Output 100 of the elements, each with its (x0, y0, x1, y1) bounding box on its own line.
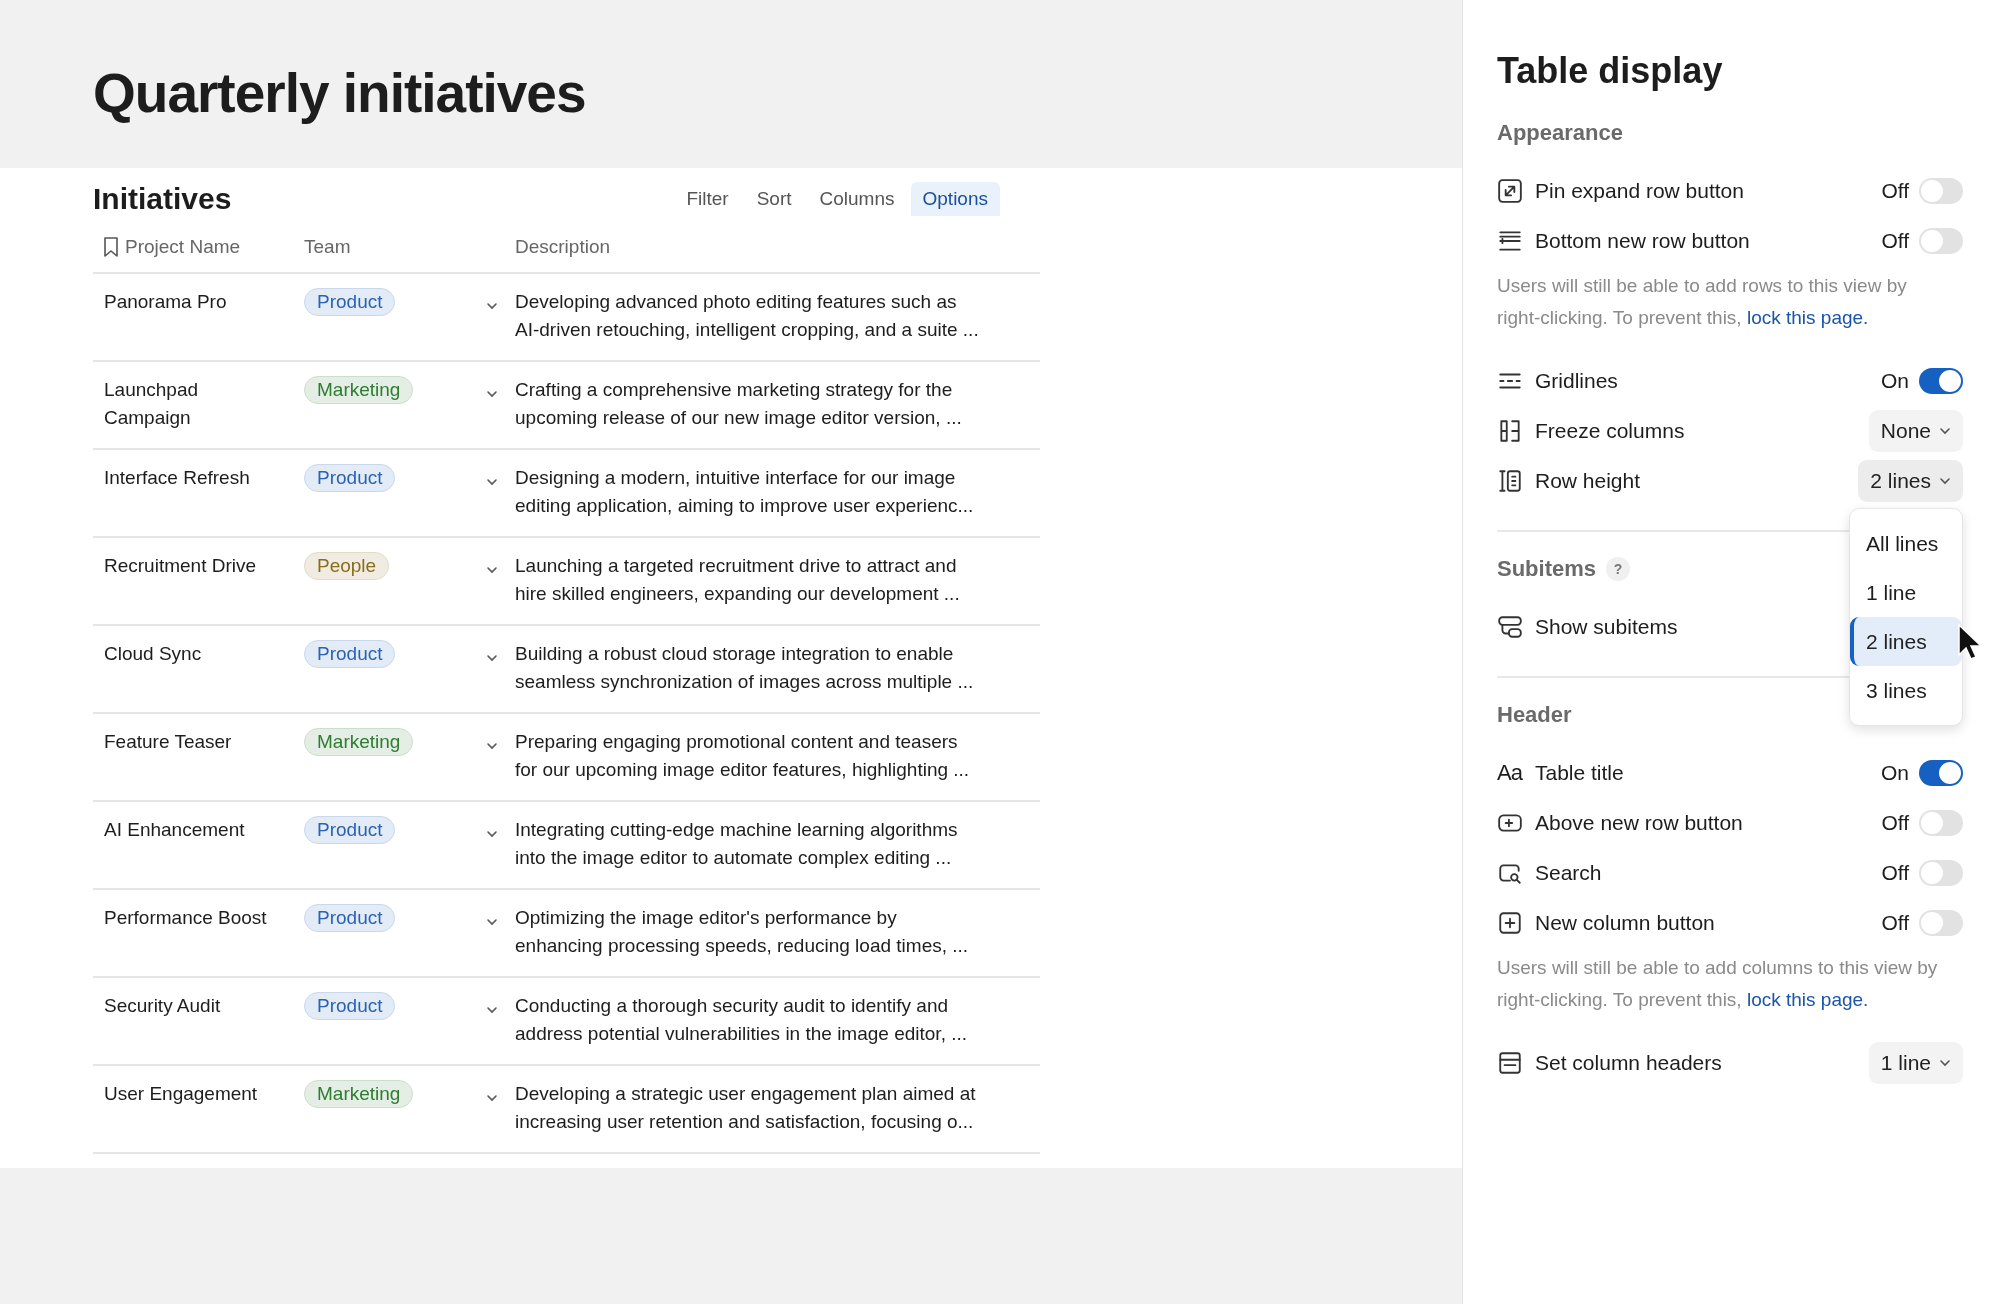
chevron-down-icon (486, 830, 498, 838)
section-heading: Header (1497, 702, 1572, 728)
team-tag: Product (304, 464, 396, 492)
team-tag: Product (304, 992, 396, 1020)
dropdown-option[interactable]: All lines (1850, 519, 1962, 568)
row-height-icon (1497, 468, 1523, 494)
table-cell-text: Recruitment Drive (103, 554, 258, 578)
toggle-switch[interactable] (1919, 910, 1963, 936)
table-cell-text: Launching a targeted recruitment drive to attract and hire skilled engineers, expanding our development ... (515, 554, 961, 606)
team-tag: Product (304, 816, 396, 844)
team-tag: Product (304, 640, 396, 668)
dropdown-option[interactable]: 2 lines (1850, 617, 1962, 666)
setting-label: New column button (1535, 911, 1715, 935)
toolbar-tab[interactable]: Sort (744, 182, 804, 216)
add-column-icon (1497, 910, 1523, 936)
toggle-state: Off (1881, 229, 1909, 253)
toolbar-tab[interactable]: Options (910, 182, 1000, 216)
setting-label: Set column headers (1535, 1051, 1722, 1075)
team-tag: People (304, 552, 390, 580)
dropdown-option[interactable]: 1 line (1850, 568, 1962, 617)
column-header-icon (1497, 1050, 1523, 1076)
subitems-icon (1497, 614, 1523, 640)
table-cell-text: Designing a modern, intuitive interface for our image editing application, aiming to improve user experienc... (515, 466, 975, 518)
table-cell-text: Building a robust cloud storage integration to enable seamless synchronization of images across multiple ... (515, 642, 975, 694)
toggle-switch[interactable] (1919, 178, 1963, 204)
table-cell-text: Integrating cutting-edge machine learning algorithms into the image editor to automate complex editing ... (515, 818, 959, 870)
table-cell-text: Security Audit (103, 994, 222, 1018)
toggle-switch[interactable] (1919, 760, 1963, 786)
setting-label: Gridlines (1535, 369, 1618, 393)
chevron-down-icon (486, 654, 498, 662)
chevron-down-icon (1939, 477, 1951, 485)
column-header: Project Name (125, 236, 241, 258)
table-cell-text: AI Enhancement (103, 818, 246, 842)
column-header: Description (515, 236, 611, 257)
lock-page-link[interactable]: lock this page. (1746, 307, 1869, 328)
setting-label: Show subitems (1535, 615, 1678, 639)
toggle-state: Off (1881, 811, 1909, 835)
team-tag: Product (304, 288, 396, 316)
toggle-switch[interactable] (1919, 368, 1963, 394)
dropdown-button[interactable]: None (1868, 410, 1963, 452)
help-badge[interactable]: ? (1606, 557, 1631, 581)
chevron-down-icon (1939, 427, 1951, 435)
team-tag: Product (304, 904, 396, 932)
freeze-columns-icon (1497, 418, 1523, 444)
toggle-state: On (1881, 369, 1909, 393)
table-cell-text: Crafting a comprehensive marketing strategy for the upcoming release of our new image editor version, ... (515, 378, 963, 430)
lock-page-link[interactable]: lock this page. (1746, 989, 1869, 1010)
section-heading: Subitems (1497, 556, 1597, 582)
setting-label: Row height (1535, 469, 1641, 493)
setting-label: Freeze columns (1535, 419, 1685, 443)
panel-title: Table display (1497, 50, 1724, 92)
column-header: Team (304, 236, 351, 257)
setting-label: Above new row button (1535, 811, 1743, 835)
chevron-down-icon (486, 478, 498, 486)
toggle-switch[interactable] (1919, 860, 1963, 886)
toolbar-tab[interactable]: Columns (807, 182, 907, 216)
bookmark-icon (103, 237, 119, 257)
table-cell-text: Performance Boost (103, 906, 268, 930)
chevron-down-icon (486, 742, 498, 750)
dropdown-button[interactable]: 2 lines (1858, 460, 1963, 502)
section-heading: Appearance (1497, 120, 1623, 146)
table-cell-text: Interface Refresh (103, 466, 251, 490)
chevron-down-icon (486, 302, 498, 310)
table-title: Initiatives (93, 182, 233, 216)
table-cell-text: Developing a strategic user engagement plan aimed at increasing user retention and satisfaction, focusing o... (515, 1082, 977, 1134)
dropdown-option[interactable]: 3 lines (1850, 666, 1962, 715)
add-row-icon (1497, 228, 1523, 254)
table-cell-text: Conducting a thorough security audit to identify and address potential vulnerabilities in the image editor, ... (515, 994, 969, 1046)
table-cell-text: User Engagement (103, 1082, 259, 1106)
toggle-state: Off (1881, 861, 1909, 885)
table-cell-text: Feature Teaser (103, 730, 233, 754)
toggle-switch[interactable] (1919, 228, 1963, 254)
dropdown-button[interactable]: 1 line (1868, 1042, 1963, 1084)
table-cell-text: Panorama Pro (103, 290, 228, 314)
chevron-down-icon (486, 1094, 498, 1102)
toggle-switch[interactable] (1919, 810, 1963, 836)
chevron-down-icon (486, 566, 498, 574)
chevron-down-icon (1939, 1059, 1951, 1067)
table-cell-text: Developing advanced photo editing features such as AI-driven retouching, intelligent cropping, and a suite ... (515, 290, 980, 342)
hint-text: Users will still be able to add rows to this view by right-clicking. To prevent this, lock this page. (1497, 274, 1908, 330)
chevron-down-icon (486, 1006, 498, 1014)
table-cell-text: Cloud Sync (103, 642, 203, 666)
setting-label: Pin expand row button (1535, 179, 1744, 203)
team-tag: Marketing (304, 376, 414, 404)
setting-label: Table title (1535, 761, 1624, 785)
table-cell-text: Optimizing the image editor's performance by enhancing processing speeds, reducing load times, ... (515, 906, 970, 958)
team-tag: Marketing (304, 1080, 414, 1108)
chevron-down-icon (486, 918, 498, 926)
hint-text: Users will still be able to add columns to this view by right-clicking. To prevent this, lock this page. (1497, 956, 1939, 1012)
setting-label: Search (1535, 861, 1602, 885)
table-cell-text: Preparing engaging promotional content and teasers for our upcoming image editor features, highlighting ... (515, 730, 971, 782)
toolbar-tab[interactable]: Filter (674, 182, 741, 216)
team-tag: Marketing (304, 728, 414, 756)
setting-label: Bottom new row button (1535, 229, 1750, 253)
toggle-state: Off (1881, 179, 1909, 203)
toggle-state: Off (1881, 911, 1909, 935)
text-format-icon: Aa (1497, 760, 1523, 786)
toggle-state: On (1881, 761, 1909, 785)
table-cell-text: Launchpad Campaign (103, 378, 200, 430)
chevron-down-icon (486, 390, 498, 398)
